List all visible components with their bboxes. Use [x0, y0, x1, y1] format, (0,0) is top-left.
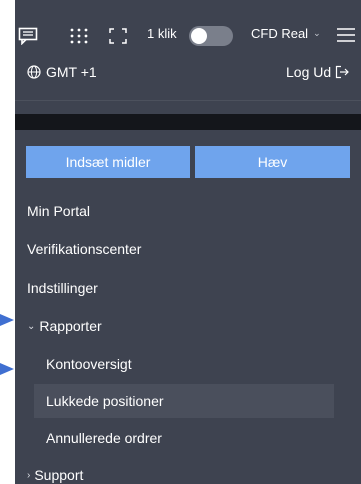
globe-icon — [27, 65, 41, 79]
fullscreen-expand-icon[interactable] — [108, 27, 128, 45]
menu-item-verification-center[interactable]: Verifikationscenter — [15, 232, 361, 266]
top-toolbar: 1 klik CFD Real ⌄ GMT +1 Log Ud — [15, 0, 361, 80]
grid-icon[interactable] — [69, 27, 89, 45]
account-type-label: CFD Real — [251, 26, 309, 41]
menu-item-my-portal[interactable]: Min Portal — [15, 194, 361, 228]
withdraw-button[interactable]: Hæv — [195, 146, 350, 178]
account-type-select[interactable]: CFD Real ⌄ — [251, 26, 321, 41]
menu-item-label: Support — [34, 467, 84, 483]
logout-label: Log Ud — [286, 64, 332, 80]
chevron-right-icon: › — [27, 469, 31, 481]
chat-icon[interactable] — [18, 27, 38, 45]
menu-item-support[interactable]: › Support — [15, 458, 361, 484]
menu-item-label: Rapporter — [39, 318, 102, 334]
submenu-item-label: Lukkede positioner — [46, 393, 164, 409]
chevron-down-icon: ⌄ — [27, 320, 36, 332]
submenu-item-account-overview[interactable]: Kontooversigt — [15, 347, 361, 381]
submenu-item-label: Annullerede ordrer — [46, 430, 162, 446]
toolbar-divider — [15, 100, 361, 101]
toggle-knob — [191, 28, 207, 44]
menu-item-settings[interactable]: Indstillinger — [15, 271, 361, 305]
logout-icon — [336, 65, 350, 79]
side-menu-panel: 1 klik CFD Real ⌄ GMT +1 Log Ud Indsæt m… — [15, 0, 361, 484]
menu-item-label: Min Portal — [27, 203, 91, 219]
annotation-arrow-reports — [0, 314, 14, 326]
submenu-item-closed-positions[interactable]: Lukkede positioner — [34, 384, 334, 418]
menu-item-label: Verifikationscenter — [27, 241, 142, 257]
menu-item-label: Indstillinger — [27, 280, 98, 296]
one-click-label: 1 klik — [147, 26, 177, 41]
logout-link[interactable]: Log Ud — [286, 64, 350, 80]
deposit-button[interactable]: Indsæt midler — [26, 146, 190, 178]
annotation-arrow-closed-positions — [0, 363, 14, 375]
timezone-label: GMT +1 — [46, 64, 97, 80]
dark-separator-band — [15, 114, 361, 130]
menu-item-reports[interactable]: ⌄ Rapporter — [15, 309, 361, 343]
chevron-down-icon: ⌄ — [313, 28, 321, 38]
submenu-item-label: Kontooversigt — [46, 356, 132, 372]
submenu-item-cancelled-orders[interactable]: Annullerede ordrer — [15, 421, 361, 455]
one-click-toggle[interactable] — [189, 26, 233, 46]
timezone-selector[interactable]: GMT +1 — [27, 64, 97, 80]
hamburger-menu-icon[interactable] — [337, 27, 355, 43]
